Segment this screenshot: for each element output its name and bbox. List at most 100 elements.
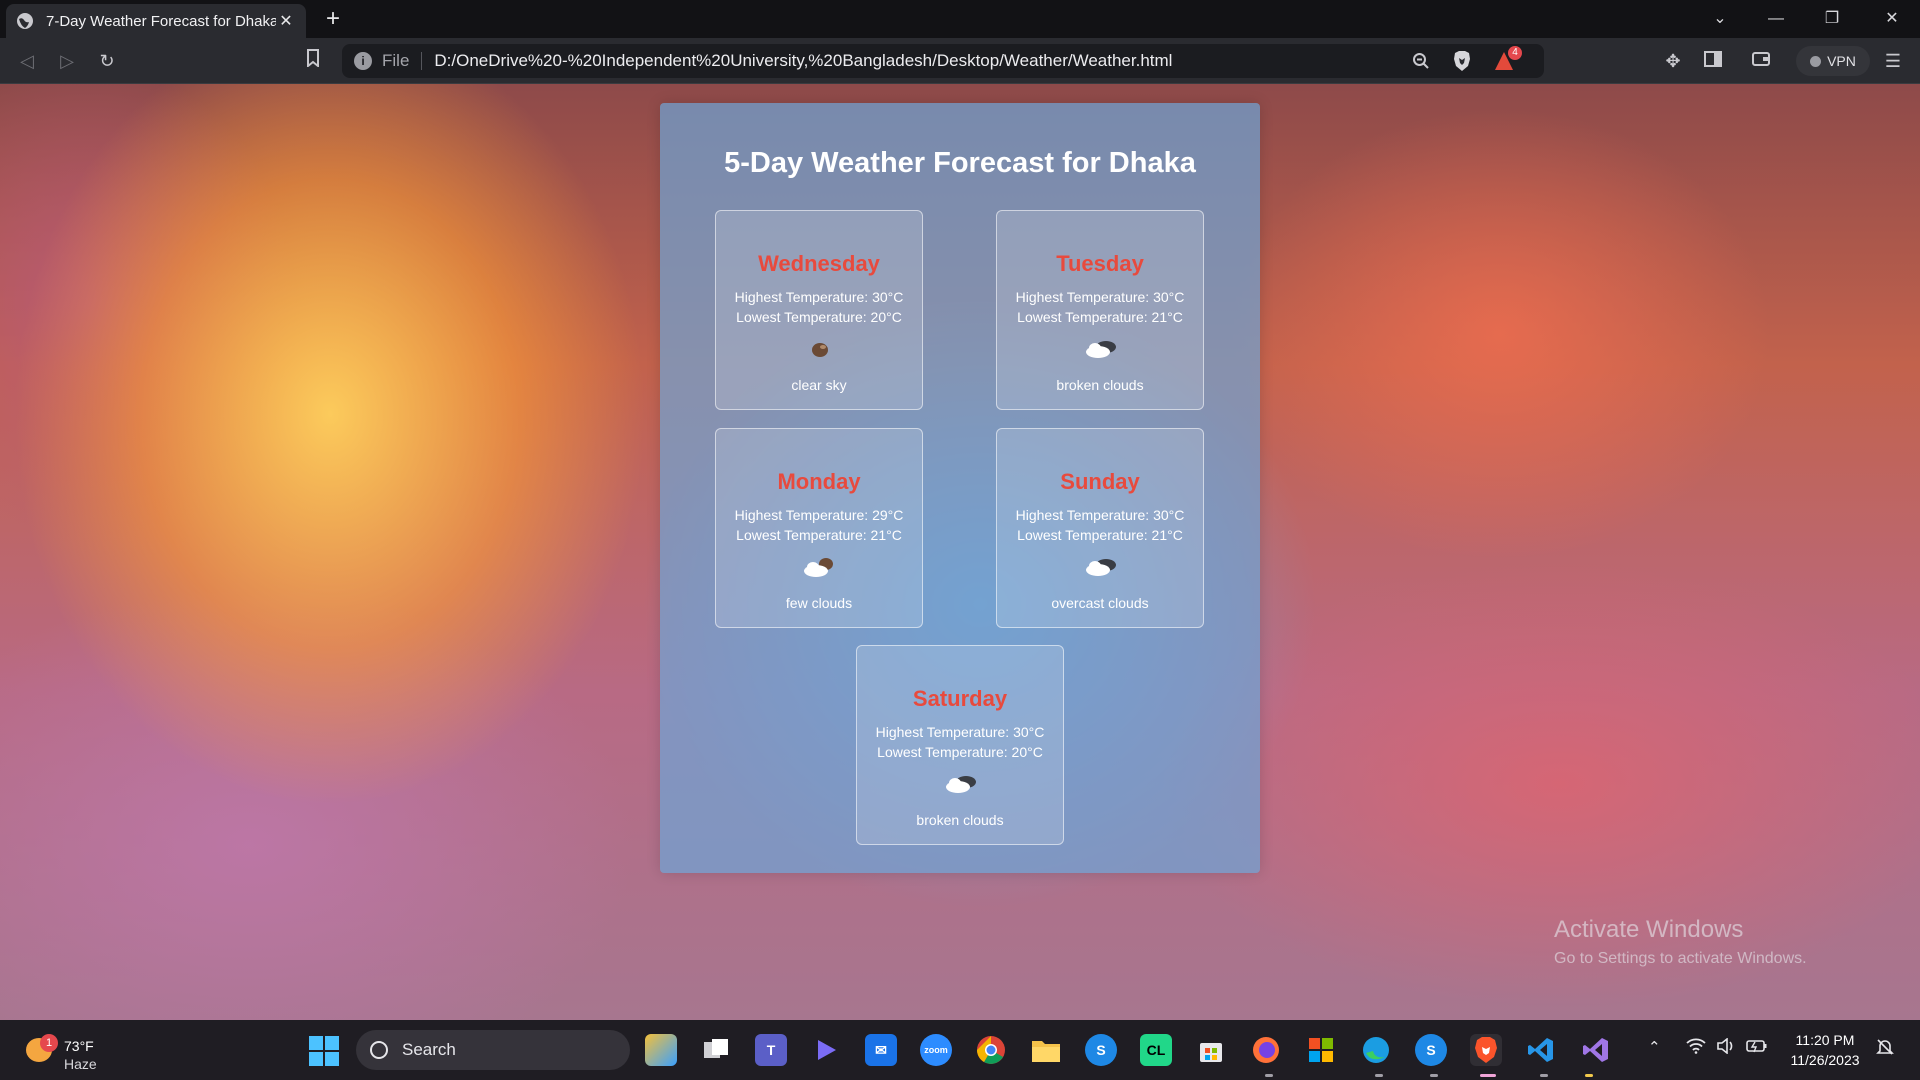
skype-icon[interactable]: S [1085,1034,1117,1066]
cloud-icon [1086,341,1116,358]
url-text[interactable]: D:/OneDrive%20-%20Independent%20Universi… [434,51,1172,71]
new-tab-button[interactable]: + [318,4,348,34]
zoom-icon[interactable] [1412,44,1430,78]
weather-description: broken clouds [916,812,1004,828]
highest-temperature: Highest Temperature: 30°C [1015,289,1185,305]
clock-time: 11:20 PM [1795,1032,1855,1048]
start-button[interactable] [309,1036,339,1066]
close-window-button[interactable]: ✕ [1864,0,1920,38]
clock-date: 11/26/2023 [1790,1052,1860,1068]
weather-description: few clouds [785,595,853,611]
tray-overflow-icon[interactable]: ⌃ [1648,1038,1661,1056]
running-indicator [1430,1074,1438,1077]
active-indicator [1480,1074,1496,1077]
skype-icon-2[interactable]: S [1415,1034,1447,1066]
teams-icon[interactable]: T [755,1034,787,1066]
highest-temperature: Highest Temperature: 29°C [734,507,904,523]
minimize-button[interactable]: — [1748,0,1804,38]
forecast-card: Tuesday Highest Temperature: 30°C Lowest… [996,210,1204,410]
search-label: Search [402,1040,456,1059]
forecast-card: Sunday Highest Temperature: 30°C Lowest … [996,428,1204,628]
url-scheme: File [382,51,410,70]
running-indicator [1585,1074,1593,1077]
sun-icon [812,343,828,357]
lowest-temperature: Lowest Temperature: 21°C [736,527,902,543]
brave-shields-icon[interactable] [1452,44,1472,78]
forward-icon[interactable]: ▷ [52,46,82,76]
volume-icon[interactable] [1716,1037,1736,1058]
day-name: Tuesday [1056,251,1144,276]
back-icon[interactable]: ◁ [12,46,42,76]
clion-icon[interactable]: CL [1140,1034,1172,1066]
taskbar-clock[interactable]: 11:20 PM 11/26/2023 [1780,1030,1870,1070]
lowest-temperature: Lowest Temperature: 20°C [736,309,902,325]
media-player-icon[interactable] [810,1034,842,1066]
page-title: 5-Day Weather Forecast for Dhaka [724,147,1196,179]
browser-tab[interactable]: 7-Day Weather Forecast for Dhaka ✕ [6,4,306,38]
vpn-label: VPN [1827,53,1856,69]
reload-icon[interactable]: ↻ [92,46,122,76]
brave-icon[interactable] [1470,1034,1502,1066]
weather-badge: 1 [40,1034,58,1052]
office-icon[interactable] [1305,1034,1337,1066]
tab-close-icon[interactable]: ✕ [276,11,296,31]
address-bar[interactable]: i File D:/OneDrive%20-%20Independent%20U… [342,44,1544,78]
weather-description: clear sky [791,377,847,393]
firefox-icon[interactable] [1250,1034,1282,1066]
sidebar-icon[interactable] [1698,46,1728,76]
globe-icon [17,13,33,29]
url-divider [421,52,423,70]
site-info-icon[interactable]: i [354,52,372,70]
visual-studio-icon[interactable] [1580,1034,1612,1066]
widgets-app-icon[interactable] [645,1034,677,1066]
battery-icon[interactable] [1746,1038,1768,1058]
lowest-temperature: Lowest Temperature: 20°C [877,744,1043,760]
weather-widget[interactable]: 1 73°F Haze [22,1028,112,1072]
taskbar-search[interactable]: Search [356,1030,630,1070]
tab-title: 7-Day Weather Forecast for Dhaka [46,12,276,30]
activate-windows-watermark: Activate Windows Go to Settings to activ… [1554,916,1807,968]
browser-tab-bar: 7-Day Weather Forecast for Dhaka ✕ + ⌄ —… [0,0,1920,38]
running-indicator [1375,1074,1383,1077]
search-icon [370,1041,388,1059]
menu-icon[interactable]: ☰ [1878,46,1908,76]
wifi-icon[interactable] [1686,1038,1706,1058]
microsoft-store-icon[interactable] [1195,1034,1227,1066]
partly-cloudy-icon [804,558,833,577]
weather-condition: Haze [64,1056,97,1072]
day-name: Saturday [912,686,1008,711]
file-explorer-icon[interactable] [1030,1034,1062,1066]
zoom-app-icon[interactable]: zoom [920,1034,952,1066]
cloud-icon [1086,559,1116,576]
day-name: Sunday [1060,469,1140,494]
day-name: Monday [777,469,861,494]
cloud-icon [946,776,976,793]
restore-button[interactable]: ❐ [1804,0,1860,38]
edge-icon[interactable] [1360,1034,1392,1066]
taskbar: 1 73°F Haze Search T ✉ zoom S CL S ⌃ 11:… [0,1020,1920,1080]
rewards-badge: 4 [1508,46,1522,60]
highest-temperature: Highest Temperature: 30°C [734,289,904,305]
forecast-card: Wednesday Highest Temperature: 30°C Lowe… [715,210,923,410]
notification-bell-icon[interactable] [1876,1038,1894,1060]
watermark-title: Activate Windows [1554,916,1744,943]
weather-temperature: 73°F [64,1038,94,1054]
tab-list-chevron-icon[interactable]: ⌄ [1692,0,1748,38]
browser-toolbar: ◁ ▷ ↻ i File D:/OneDrive%20-%20Independe… [0,38,1920,84]
mail-icon[interactable]: ✉ [865,1034,897,1066]
extensions-icon[interactable]: ✥ [1658,46,1688,76]
brave-rewards-icon[interactable]: 4 [1494,44,1522,78]
bookmark-icon[interactable] [298,46,328,76]
running-indicator [1265,1074,1273,1077]
lowest-temperature: Lowest Temperature: 21°C [1017,309,1183,325]
forecast-panel: 5-Day Weather Forecast for Dhaka Wednesd… [660,103,1260,873]
vpn-button[interactable]: VPN [1796,46,1870,76]
vscode-icon[interactable] [1525,1034,1557,1066]
wallet-icon[interactable] [1746,46,1776,76]
chrome-icon[interactable] [975,1034,1007,1066]
task-view-icon[interactable] [700,1034,732,1066]
forecast-card: Monday Highest Temperature: 29°C Lowest … [715,428,923,628]
day-name: Wednesday [758,251,880,276]
highest-temperature: Highest Temperature: 30°C [1015,507,1185,523]
forecast-card: Saturday Highest Temperature: 30°C Lowes… [856,645,1064,845]
